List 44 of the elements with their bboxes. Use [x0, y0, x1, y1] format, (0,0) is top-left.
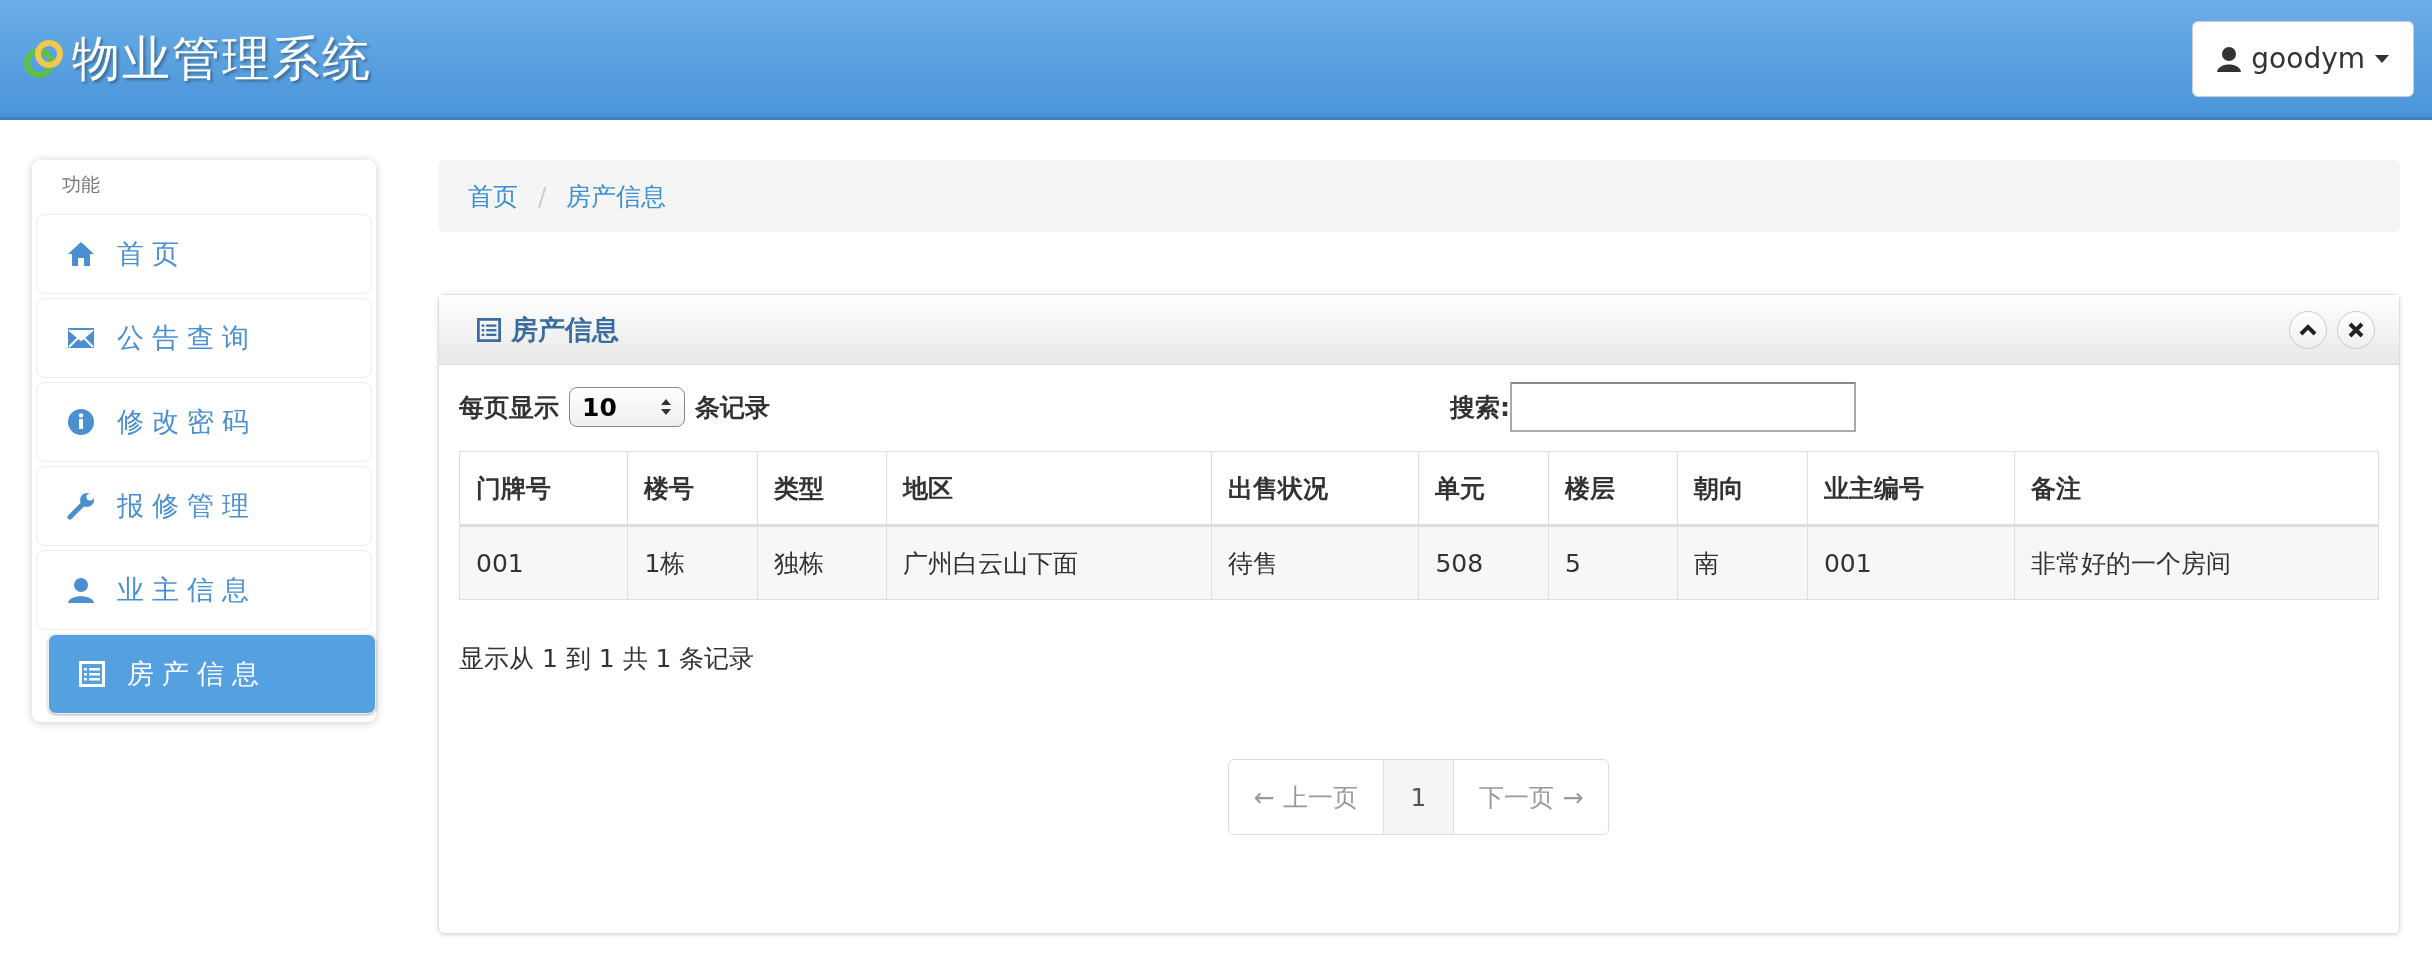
breadcrumb-link[interactable]: 首页: [468, 179, 518, 213]
list-icon: [477, 317, 501, 342]
sidebar-item[interactable]: 公告查询: [36, 298, 372, 378]
breadcrumb-link[interactable]: 房产信息: [566, 179, 667, 213]
user-icon: [67, 576, 95, 604]
wrench-icon: [67, 492, 95, 520]
page-size-select[interactable]: 10: [569, 387, 685, 427]
search-field[interactable]: [1510, 382, 1856, 432]
sidebar-item[interactable]: 修改密码: [36, 382, 372, 462]
breadcrumb-separator: /: [538, 181, 547, 211]
table-cell: 待售: [1211, 525, 1419, 600]
sidebar-item[interactable]: 报修管理: [36, 466, 372, 546]
envelope-icon: [67, 327, 95, 349]
search-label: 搜索:: [1450, 391, 1510, 424]
list-icon: [79, 661, 105, 687]
user-menu-button[interactable]: goodym: [2192, 20, 2414, 97]
table-cell: 南: [1677, 525, 1808, 600]
table-cell: 独栋: [757, 525, 887, 600]
pagination-link[interactable]: 1: [1382, 759, 1455, 835]
records-info: 显示从 1 到 1 共 1 条记录: [459, 643, 756, 675]
sidebar-heading: 功能: [61, 172, 101, 197]
table-cell: 001: [1807, 525, 2015, 600]
table-cell: 非常好的一个房间: [2014, 525, 2379, 600]
info-icon: [67, 408, 95, 436]
user-icon: [2217, 45, 2242, 72]
page-size-label: 每页显示: [459, 391, 559, 424]
close-button[interactable]: [2337, 310, 2375, 349]
table-cell: 001: [459, 525, 628, 600]
table-cell: 508: [1418, 525, 1549, 600]
sidebar-item[interactable]: 业主信息: [36, 550, 372, 630]
home-icon: [67, 241, 95, 267]
collapse-button[interactable]: [2289, 310, 2327, 349]
updown-icon: [660, 397, 672, 417]
caret-icon: [2375, 54, 2389, 63]
close-icon: [2348, 321, 2364, 338]
page-size-suffix: 条记录: [695, 391, 770, 424]
table-cell: 广州白云山下面: [886, 525, 1212, 600]
chevron-up-icon: [2299, 323, 2317, 336]
sidebar-item[interactable]: 首页: [36, 214, 372, 294]
panel-title: 房产信息: [511, 312, 619, 347]
sidebar-item[interactable]: 房产信息: [48, 634, 376, 714]
table-cell: 5: [1548, 525, 1678, 600]
table-cell: 1栋: [628, 525, 758, 600]
app-title: 物业管理系统: [72, 28, 372, 88]
